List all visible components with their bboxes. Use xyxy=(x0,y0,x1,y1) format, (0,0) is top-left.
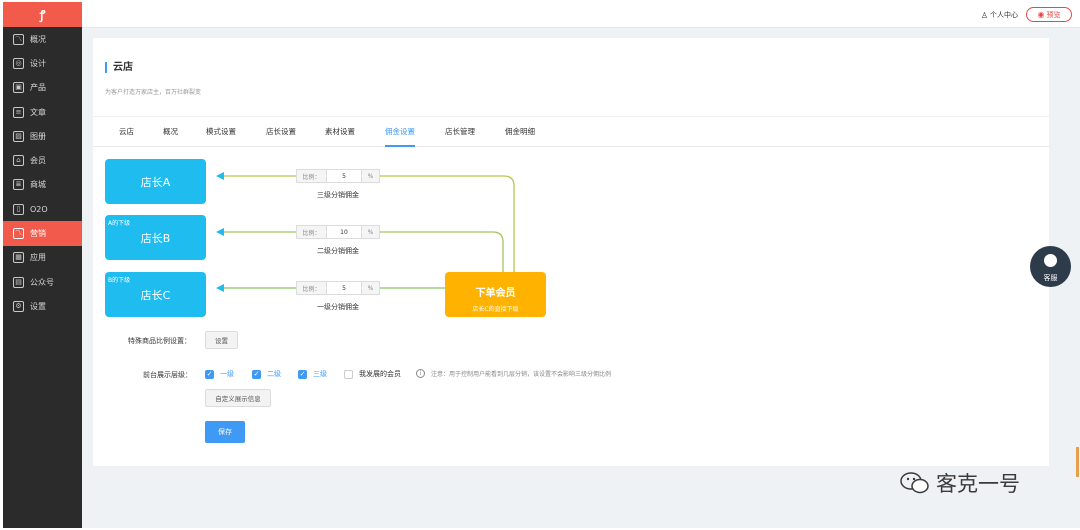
watermark-text: 客克一号 xyxy=(936,472,1020,496)
commission-level-caption: 一级分销佣金 xyxy=(317,303,359,311)
checkbox-empty-icon xyxy=(344,369,353,379)
buyer-title: 下单会员 xyxy=(475,288,516,299)
special-ratio-set-button[interactable]: 设置 xyxy=(205,331,238,349)
special-ratio-label: 特殊商品比例设置： xyxy=(128,337,191,345)
info-icon: i xyxy=(416,369,425,378)
store-name: 店长B xyxy=(140,232,171,245)
store-node-2[interactable]: B的下级店长C xyxy=(105,272,206,317)
ratio-label: 比例： xyxy=(297,282,327,294)
ratio-unit: % xyxy=(361,282,379,294)
level-checkbox-1[interactable]: ✓ 二级 xyxy=(252,369,281,379)
level-checkbox-0[interactable]: ✓ 一级 xyxy=(205,369,234,379)
level-checkbox-label: 我发展的会员 xyxy=(359,370,401,378)
customer-service-button[interactable]: 客服 xyxy=(1030,246,1071,287)
arrow-c xyxy=(216,284,224,292)
wechat-icon xyxy=(900,472,929,494)
service-avatar-icon xyxy=(1042,252,1059,269)
scroll-indicator[interactable] xyxy=(1076,447,1079,477)
check-icon: ✓ xyxy=(205,369,214,379)
store-node-0[interactable]: 店长A xyxy=(105,159,206,204)
check-icon: ✓ xyxy=(252,369,261,379)
save-button[interactable]: 保存 xyxy=(205,421,245,443)
ratio-value-field[interactable]: 5 xyxy=(327,170,361,182)
level-checkbox-3[interactable]: 我发展的会员 xyxy=(344,369,401,379)
watermark: 客克一号 xyxy=(900,468,1020,498)
store-name: 店长C xyxy=(140,289,171,302)
level-checkbox-label: 三级 xyxy=(313,370,327,378)
level-checkbox-label: 二级 xyxy=(267,370,281,378)
commission-level-caption: 三级分销佣金 xyxy=(317,191,359,199)
commission-flow-lines xyxy=(216,172,515,292)
ratio-unit: % xyxy=(361,226,379,238)
store-subtitle: A的下级 xyxy=(108,220,131,227)
ratio-label: 比例： xyxy=(297,170,327,182)
display-level-label: 前台展示层级： xyxy=(143,371,192,379)
level-note: i 注意：用于控制用户能看到几层分销，该设置不会影响三级分佣比例 xyxy=(416,369,611,378)
ratio-label: 比例： xyxy=(297,226,327,238)
store-subtitle: B的下级 xyxy=(108,277,131,284)
level-checkbox-label: 一级 xyxy=(220,370,234,378)
ratio-input-1: 比例： 10% xyxy=(296,225,380,239)
store-name: 店长A xyxy=(140,176,171,189)
level-note-text: 注意：用于控制用户能看到几层分销，该设置不会影响三级分佣比例 xyxy=(431,371,612,378)
custom-display-button[interactable]: 自定义展示信息 xyxy=(205,389,271,407)
commission-level-caption: 二级分销佣金 xyxy=(317,247,359,255)
customer-service-label: 客服 xyxy=(1043,274,1058,282)
level-checkbox-2[interactable]: ✓ 三级 xyxy=(298,369,327,379)
buyer-subtitle: 店长C的直接下级 xyxy=(472,306,519,313)
ratio-unit: % xyxy=(361,170,379,182)
ratio-input-0: 比例： 5% xyxy=(296,169,380,183)
check-icon: ✓ xyxy=(298,369,307,379)
ratio-input-2: 比例： 5% xyxy=(296,281,380,295)
ratio-value-field[interactable]: 10 xyxy=(327,226,361,238)
ratio-value-field[interactable]: 5 xyxy=(327,282,361,294)
arrow-a xyxy=(216,172,224,180)
store-node-1[interactable]: A的下级店长B xyxy=(105,215,206,260)
buyer-node[interactable]: 下单会员 店长C的直接下级 xyxy=(445,272,546,317)
arrow-b xyxy=(216,228,224,236)
